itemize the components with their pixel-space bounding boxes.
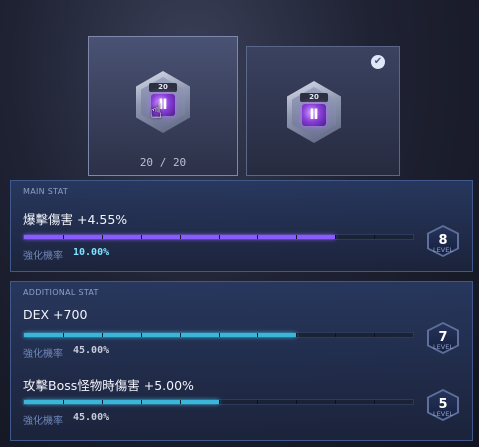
progress-segment-divider <box>218 333 220 337</box>
progress-segment-divider <box>257 235 259 239</box>
check-icon: ✔ <box>371 55 385 69</box>
main-stat-panel: MAIN STAT 爆擊傷害 +4.55% 強化機率 10.00% 8 LEVE… <box>10 180 473 272</box>
rate-value: 45.00% <box>73 412 110 423</box>
progress-segment-divider <box>62 235 64 239</box>
count-separator: / <box>159 156 167 169</box>
progress-segment-divider <box>140 333 142 337</box>
progress-segment-divider <box>101 333 103 337</box>
progress-fill <box>24 400 219 404</box>
stat-name: 攻擊Boss怪物時傷害 +5.00% <box>23 378 194 393</box>
progress-segment-divider <box>218 400 220 404</box>
level-label: LEVEL <box>433 246 453 254</box>
count-max: 20 <box>172 156 187 169</box>
panel-title: ADDITIONAL STAT <box>23 288 99 297</box>
core-level-badge: 20 <box>149 83 177 92</box>
panel-title: MAIN STAT <box>23 187 69 196</box>
stat-progress-bar <box>23 332 414 338</box>
rate-label: 強化機率 <box>23 416 63 427</box>
rate-value: 45.00% <box>73 345 110 356</box>
stat-name: 爆擊傷害 +4.55% <box>23 212 128 227</box>
core-slot-right[interactable]: ✔ 20 Ⅱ <box>246 46 400 176</box>
level-label: LEVEL <box>433 343 453 351</box>
core-gem-right: 20 Ⅱ <box>287 81 341 143</box>
stat-progress-bar <box>23 234 414 240</box>
progress-segment-divider <box>179 333 181 337</box>
progress-segment-divider <box>335 333 337 337</box>
progress-segment-divider <box>218 235 220 239</box>
core-slot-left[interactable]: 20 Ⅱ ☝ <box>88 36 238 176</box>
progress-fill <box>24 333 297 337</box>
core-count: 20 / 20 <box>88 156 238 169</box>
count-current: 20 <box>139 156 154 169</box>
rate-label: 強化機率 <box>23 251 63 262</box>
hand-pointer-icon: ☝ <box>150 99 163 123</box>
progress-segment-divider <box>296 235 298 239</box>
progress-segment-divider <box>257 400 259 404</box>
progress-segment-divider <box>257 333 259 337</box>
progress-segment-divider <box>140 400 142 404</box>
gem-icon: Ⅱ <box>302 104 326 126</box>
progress-segment-divider <box>296 333 298 337</box>
rate-label: 強化機率 <box>23 349 63 360</box>
level-label: LEVEL <box>433 410 453 418</box>
core-level-badge: 20 <box>300 93 328 102</box>
progress-segment-divider <box>335 235 337 239</box>
progress-segment-divider <box>101 235 103 239</box>
progress-segment-divider <box>62 400 64 404</box>
stat-name: DEX +700 <box>23 307 88 322</box>
rate-value: 10.00% <box>73 247 110 258</box>
progress-segment-divider <box>296 400 298 404</box>
core-gem-left: 20 Ⅱ ☝ <box>136 71 190 133</box>
progress-segment-divider <box>179 235 181 239</box>
progress-segment-divider <box>179 400 181 404</box>
stat-progress-bar <box>23 399 414 405</box>
additional-stat-panel: ADDITIONAL STAT DEX +700 強化機率 45.00% 7 L… <box>10 281 473 441</box>
progress-segment-divider <box>374 400 376 404</box>
progress-segment-divider <box>335 400 337 404</box>
progress-segment-divider <box>374 235 376 239</box>
progress-segment-divider <box>374 333 376 337</box>
progress-segment-divider <box>62 333 64 337</box>
progress-segment-divider <box>140 235 142 239</box>
progress-segment-divider <box>101 400 103 404</box>
